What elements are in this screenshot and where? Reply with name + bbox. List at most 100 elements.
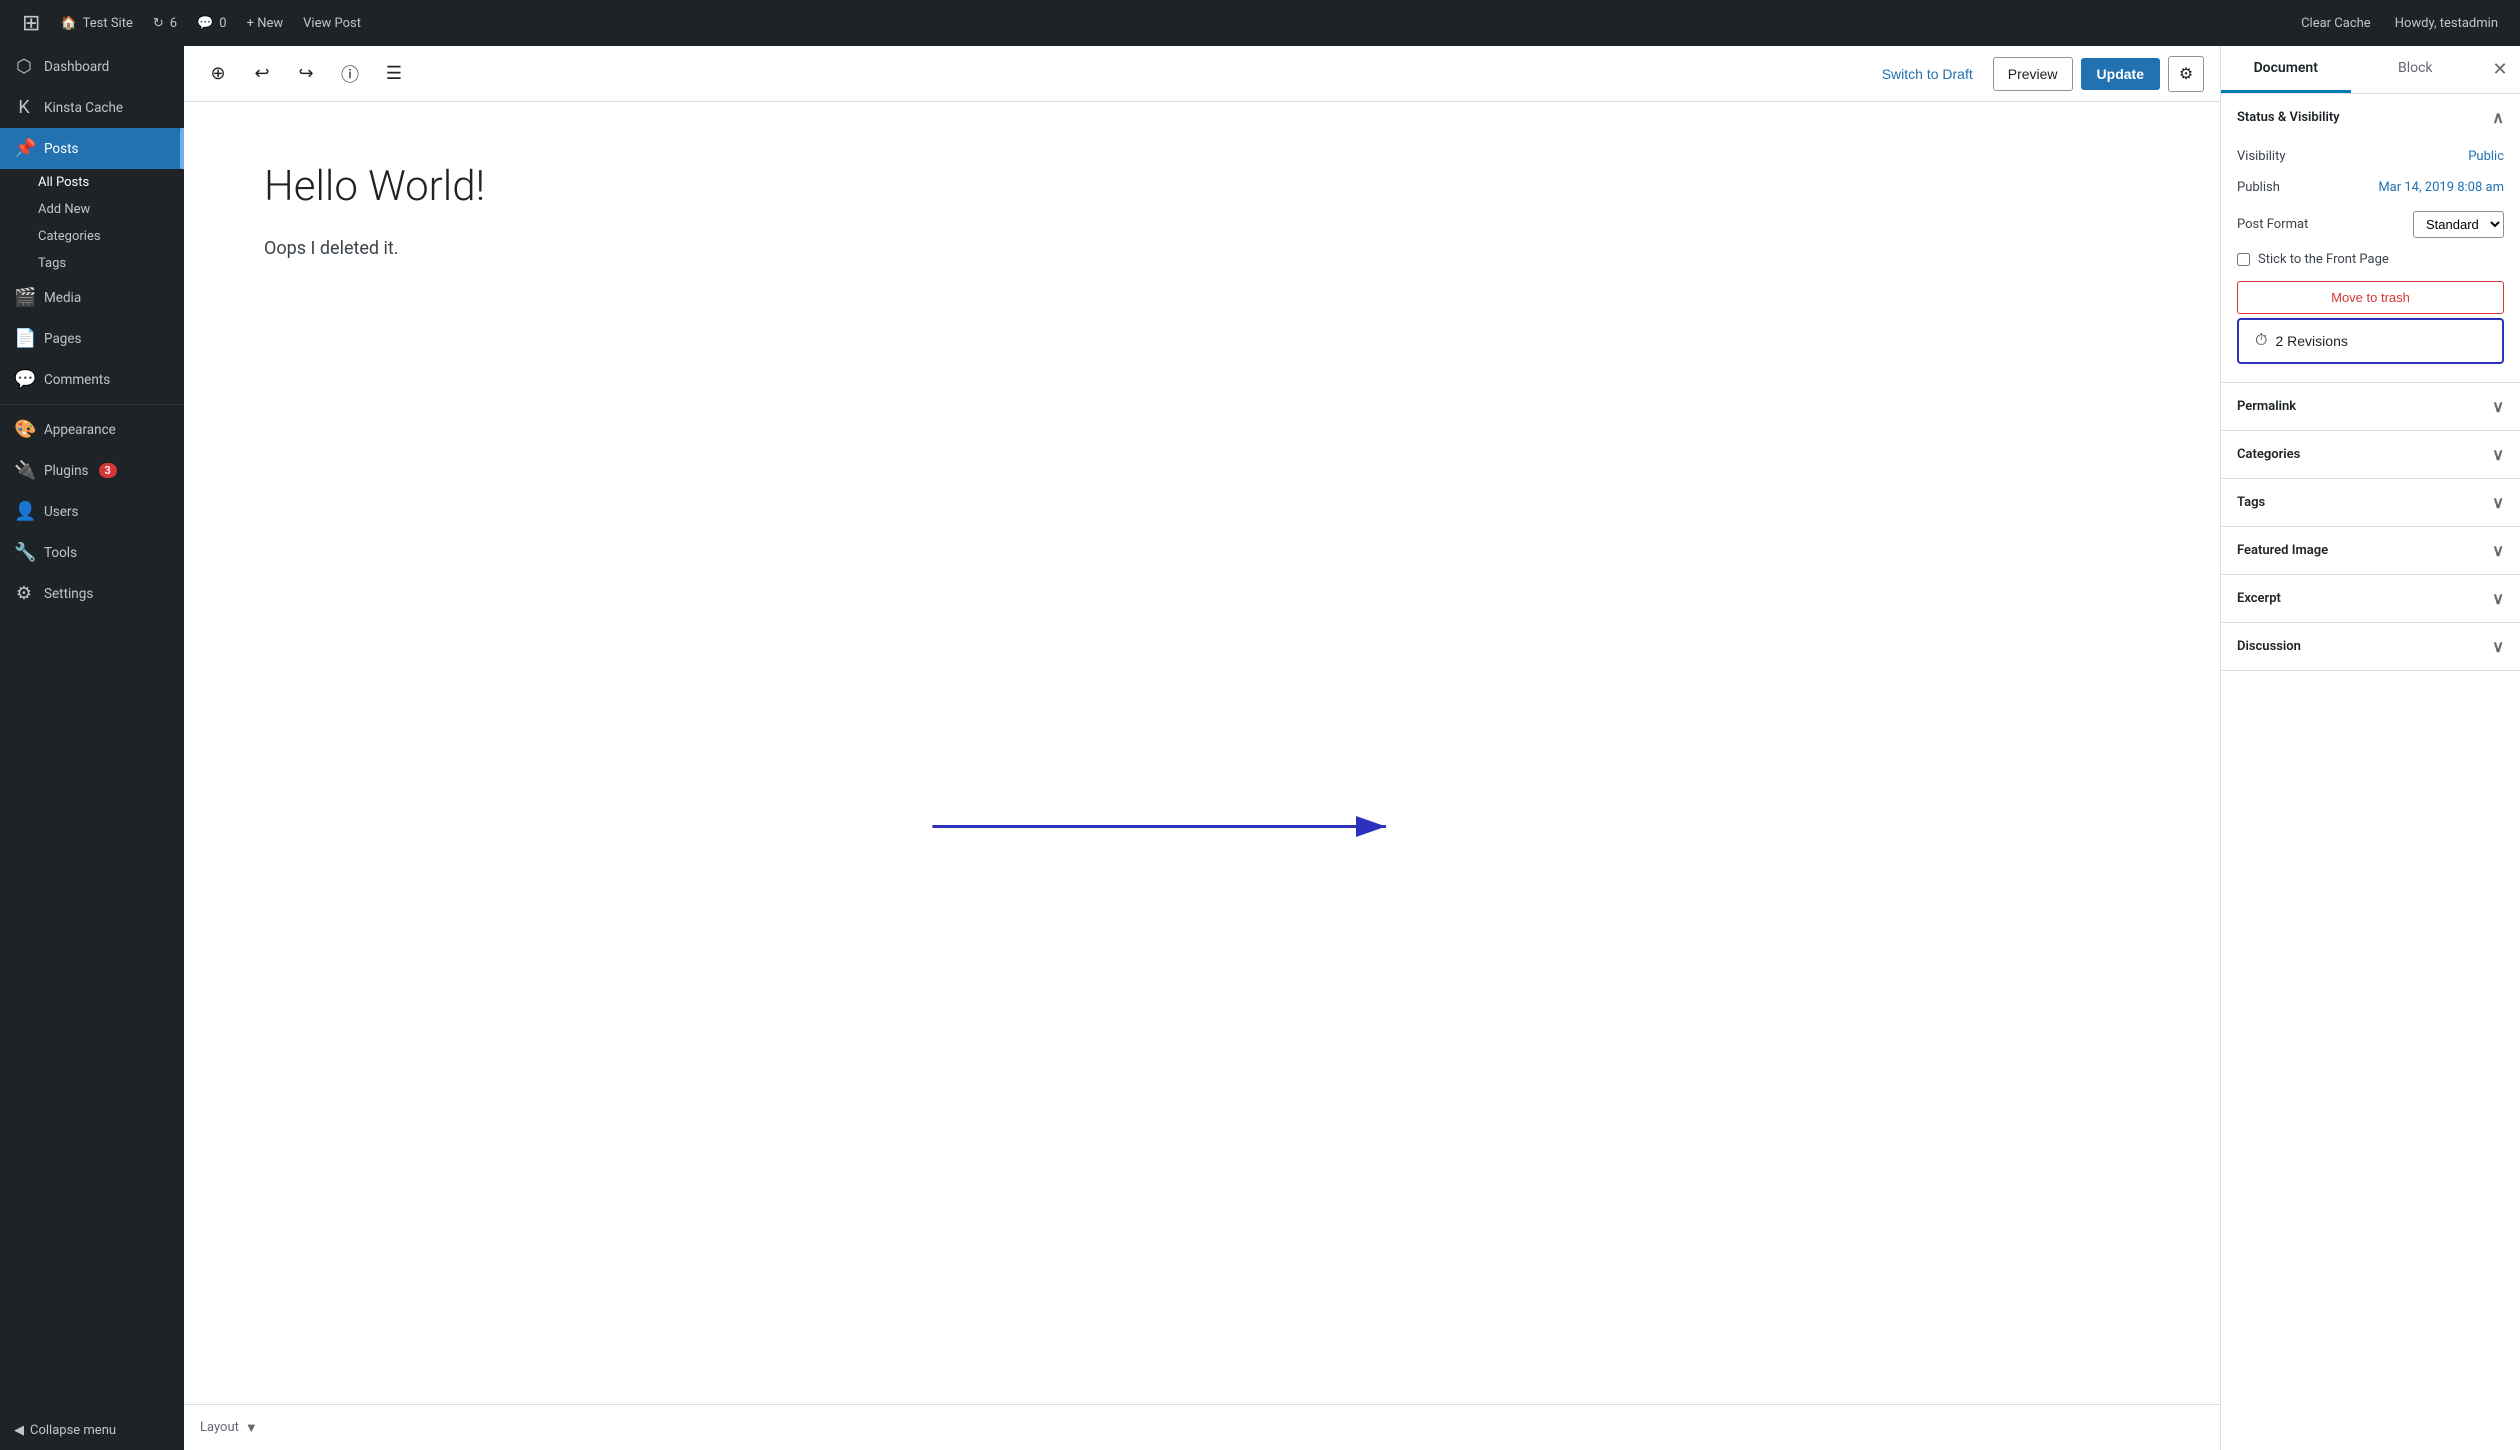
tags-chevron-icon: ∨ [2492, 493, 2504, 512]
right-panel: Document Block ✕ Status & Visibility ∧ V… [2220, 46, 2520, 1450]
collapse-label: Collapse menu [30, 1423, 116, 1438]
sidebar-item-users[interactable]: 👤 Users [0, 491, 184, 532]
sidebar-item-tools[interactable]: 🔧 Tools [0, 532, 184, 573]
move-trash-label: Move to trash [2331, 290, 2410, 305]
sidebar-sub-add-new[interactable]: Add New [0, 196, 184, 223]
view-post-link[interactable]: View Post [293, 0, 371, 46]
howdy-label: Howdy, testadmin [2395, 16, 2498, 31]
sidebar-item-appearance[interactable]: 🎨 Appearance [0, 409, 184, 450]
categories-section: Categories ∨ [2221, 431, 2520, 479]
categories-chevron-icon: ∨ [2492, 445, 2504, 464]
info-button[interactable]: ⓘ [332, 56, 368, 92]
chevron-down-icon: ▼ [245, 1420, 258, 1436]
sidebar-item-media[interactable]: 🎬 Media [0, 277, 184, 318]
publish-label: Publish [2237, 180, 2280, 195]
sidebar-item-pages[interactable]: 📄 Pages [0, 318, 184, 359]
close-icon: ✕ [2492, 59, 2507, 80]
revisions-button[interactable]: ⏱ 2 Revisions [2237, 318, 2504, 364]
comments-icon: 💬 [197, 16, 213, 31]
howdy-menu[interactable]: Howdy, testadmin [2385, 16, 2508, 31]
featured-image-header[interactable]: Featured Image ∨ [2221, 527, 2520, 574]
sidebar-comments-label: Comments [44, 372, 110, 388]
new-content-link[interactable]: + New [237, 0, 294, 46]
status-visibility-label: Status & Visibility [2237, 110, 2340, 125]
post-format-row: Post Format Standard [2237, 203, 2504, 246]
permalink-header[interactable]: Permalink ∨ [2221, 383, 2520, 430]
status-visibility-section: Status & Visibility ∧ Visibility Public … [2221, 94, 2520, 383]
editor-content[interactable]: Hello World! Oops I deleted it. [184, 102, 2220, 1404]
sidebar-sub-categories[interactable]: Categories [0, 223, 184, 250]
sidebar-sub-tags[interactable]: Tags [0, 250, 184, 277]
categories-header[interactable]: Categories ∨ [2221, 431, 2520, 478]
sidebar-item-posts[interactable]: 📌 Posts [0, 128, 184, 169]
site-name: Test Site [83, 16, 133, 31]
post-format-select[interactable]: Standard [2413, 211, 2504, 238]
stick-front-label: Stick to the Front Page [2258, 252, 2389, 267]
sidebar-item-comments[interactable]: 💬 Comments [0, 359, 184, 400]
undo-button[interactable]: ↩ [244, 56, 280, 92]
status-visibility-body: Visibility Public Publish Mar 14, 2019 8… [2221, 141, 2520, 382]
plugins-icon: 🔌 [14, 460, 34, 481]
add-block-button[interactable]: ⊕ [200, 56, 236, 92]
featured-image-section: Featured Image ∨ [2221, 527, 2520, 575]
redo-button[interactable]: ↪ [288, 56, 324, 92]
stick-front-checkbox[interactable] [2237, 253, 2250, 266]
adminbar-right: Clear Cache Howdy, testadmin [2291, 16, 2508, 31]
list-icon: ☰ [386, 63, 402, 84]
comments-link[interactable]: 💬 0 [187, 0, 237, 46]
layout-label: Layout [200, 1420, 239, 1435]
editor-toolbar: ⊕ ↩ ↪ ⓘ ☰ Switch to Draft Preview [184, 46, 2220, 102]
sidebar-appearance-label: Appearance [44, 422, 116, 438]
updates-link[interactable]: ↻ 6 [143, 0, 187, 46]
wp-logo[interactable]: ⊞ [12, 0, 50, 46]
updates-count: 6 [170, 16, 177, 31]
site-name-link[interactable]: 🏠 Test Site [50, 0, 142, 46]
tools-icon: 🔧 [14, 542, 34, 563]
featured-image-chevron-icon: ∨ [2492, 541, 2504, 560]
sidebar-item-kinsta-cache[interactable]: K Kinsta Cache [0, 87, 184, 128]
sidebar-item-settings[interactable]: ⚙ Settings [0, 573, 184, 614]
post-title[interactable]: Hello World! [264, 162, 2140, 211]
visibility-value-text: Public [2468, 149, 2504, 164]
clear-cache-button[interactable]: Clear Cache [2291, 16, 2381, 31]
editor-settings-button[interactable]: ⚙ [2168, 56, 2204, 92]
users-icon: 👤 [14, 501, 34, 522]
sidebar-item-plugins[interactable]: 🔌 Plugins 3 [0, 450, 184, 491]
tab-document[interactable]: Document [2221, 46, 2351, 93]
visibility-value[interactable]: Public [2468, 149, 2504, 164]
status-visibility-header[interactable]: Status & Visibility ∧ [2221, 94, 2520, 141]
excerpt-label: Excerpt [2237, 591, 2281, 606]
switch-to-draft-button[interactable]: Switch to Draft [1870, 58, 1985, 90]
preview-button[interactable]: Preview [1993, 57, 2073, 91]
editor-bottom-bar: Layout ▼ [184, 1404, 2220, 1450]
featured-image-label: Featured Image [2237, 543, 2328, 558]
add-icon: ⊕ [210, 63, 225, 84]
publish-value[interactable]: Mar 14, 2019 8:08 am [2378, 180, 2504, 195]
excerpt-header[interactable]: Excerpt ∨ [2221, 575, 2520, 622]
kinsta-icon: K [14, 97, 34, 118]
discussion-header[interactable]: Discussion ∨ [2221, 623, 2520, 670]
media-icon: 🎬 [14, 287, 34, 308]
tab-block[interactable]: Block [2351, 46, 2481, 93]
update-button[interactable]: Update [2081, 58, 2160, 90]
sidebar: ⬡ Dashboard K Kinsta Cache 📌 Posts All P… [0, 46, 184, 1450]
move-to-trash-button[interactable]: Move to trash [2237, 281, 2504, 314]
layout-dropdown[interactable]: Layout ▼ [200, 1420, 258, 1436]
excerpt-chevron-icon: ∨ [2492, 589, 2504, 608]
view-post-label: View Post [303, 16, 361, 31]
sidebar-media-label: Media [44, 290, 81, 306]
collapse-menu-button[interactable]: ◀ Collapse menu [0, 1411, 184, 1450]
main-layout: ⬡ Dashboard K Kinsta Cache 📌 Posts All P… [0, 46, 2520, 1450]
tags-header[interactable]: Tags ∨ [2221, 479, 2520, 526]
tags-section: Tags ∨ [2221, 479, 2520, 527]
list-view-button[interactable]: ☰ [376, 56, 412, 92]
updates-icon: ↻ [153, 16, 164, 31]
panel-close-button[interactable]: ✕ [2480, 46, 2520, 93]
sidebar-item-dashboard[interactable]: ⬡ Dashboard [0, 46, 184, 87]
collapse-icon: ◀ [14, 1423, 24, 1438]
preview-label: Preview [2008, 66, 2058, 82]
post-body[interactable]: Oops I deleted it. [264, 235, 2140, 264]
plugins-badge: 3 [99, 463, 117, 478]
tags-label: Tags [38, 256, 66, 271]
sidebar-sub-all-posts[interactable]: All Posts [0, 169, 184, 196]
